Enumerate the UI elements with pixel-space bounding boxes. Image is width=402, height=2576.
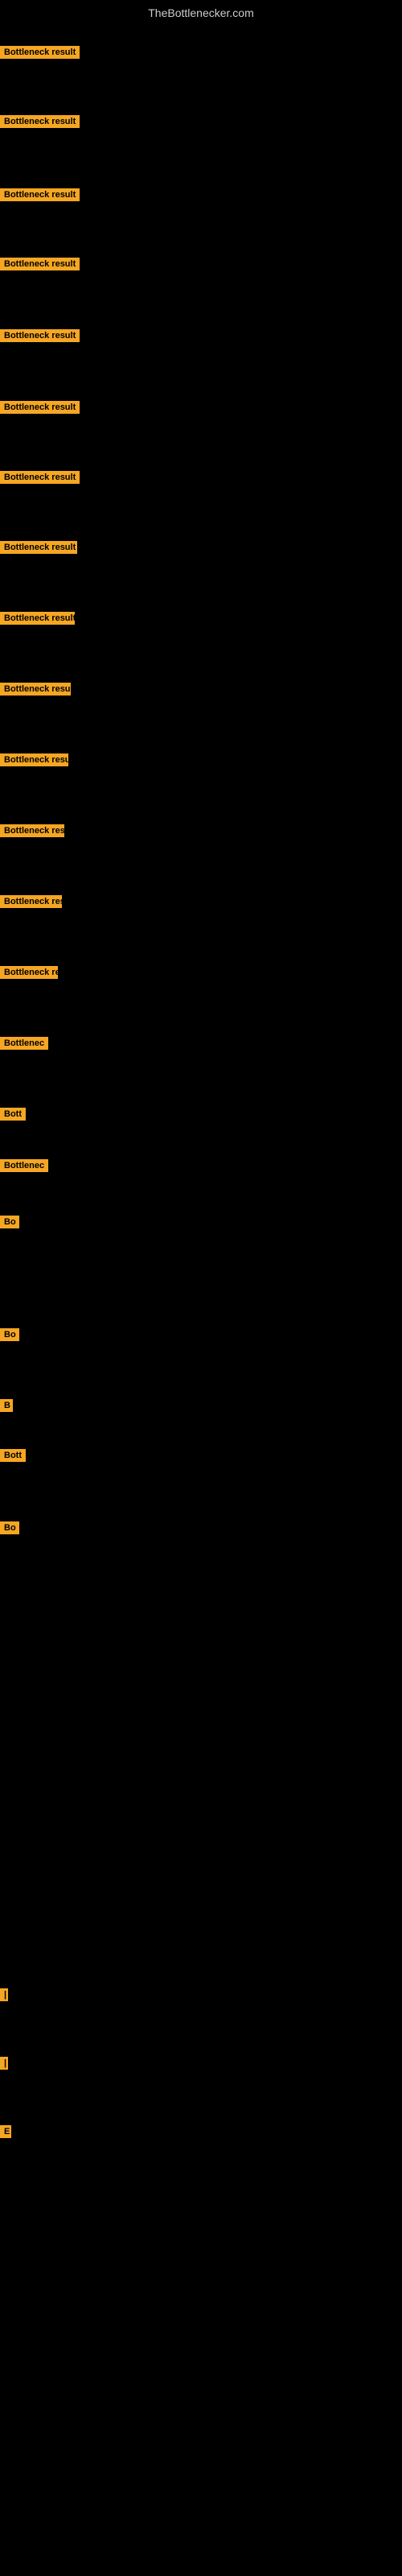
bottleneck-badge: Bott	[0, 1449, 26, 1462]
bottleneck-badge: Bottleneck result	[0, 329, 80, 342]
bottleneck-badge: Bottleneck result	[0, 541, 77, 554]
bottleneck-badge: Bottleneck result	[0, 188, 80, 201]
bottleneck-badge: Bo	[0, 1328, 19, 1341]
bottleneck-badge: B	[0, 1399, 13, 1412]
bottleneck-badge: Bo	[0, 1216, 19, 1228]
bottleneck-badge: Bott	[0, 1108, 26, 1121]
site-title: TheBottlenecker.com	[0, 0, 402, 26]
bottleneck-badge: E	[0, 2125, 11, 2138]
bottleneck-badge: Bottleneck resu	[0, 753, 68, 766]
bottleneck-badge: Bottleneck resu	[0, 683, 71, 696]
bottleneck-badge: Bottlenec	[0, 1037, 48, 1050]
bottleneck-badge: |	[0, 2057, 8, 2070]
bottleneck-badge: Bottleneck result	[0, 115, 80, 128]
bottleneck-badge: Bottleneck result	[0, 471, 80, 484]
bottleneck-badge: Bottleneck res	[0, 824, 64, 837]
bottleneck-badge: |	[0, 1988, 8, 2001]
bottleneck-badge: Bottleneck res	[0, 895, 62, 908]
bottleneck-badge: Bottlenec	[0, 1159, 48, 1172]
bottleneck-badge: Bottleneck result	[0, 401, 80, 414]
bottleneck-badge: Bo	[0, 1521, 19, 1534]
bottleneck-badge: Bottleneck result	[0, 612, 75, 625]
bottleneck-badge: Bottleneck re	[0, 966, 58, 979]
bottleneck-badge: Bottleneck result	[0, 46, 80, 59]
bottleneck-badge: Bottleneck result	[0, 258, 80, 270]
